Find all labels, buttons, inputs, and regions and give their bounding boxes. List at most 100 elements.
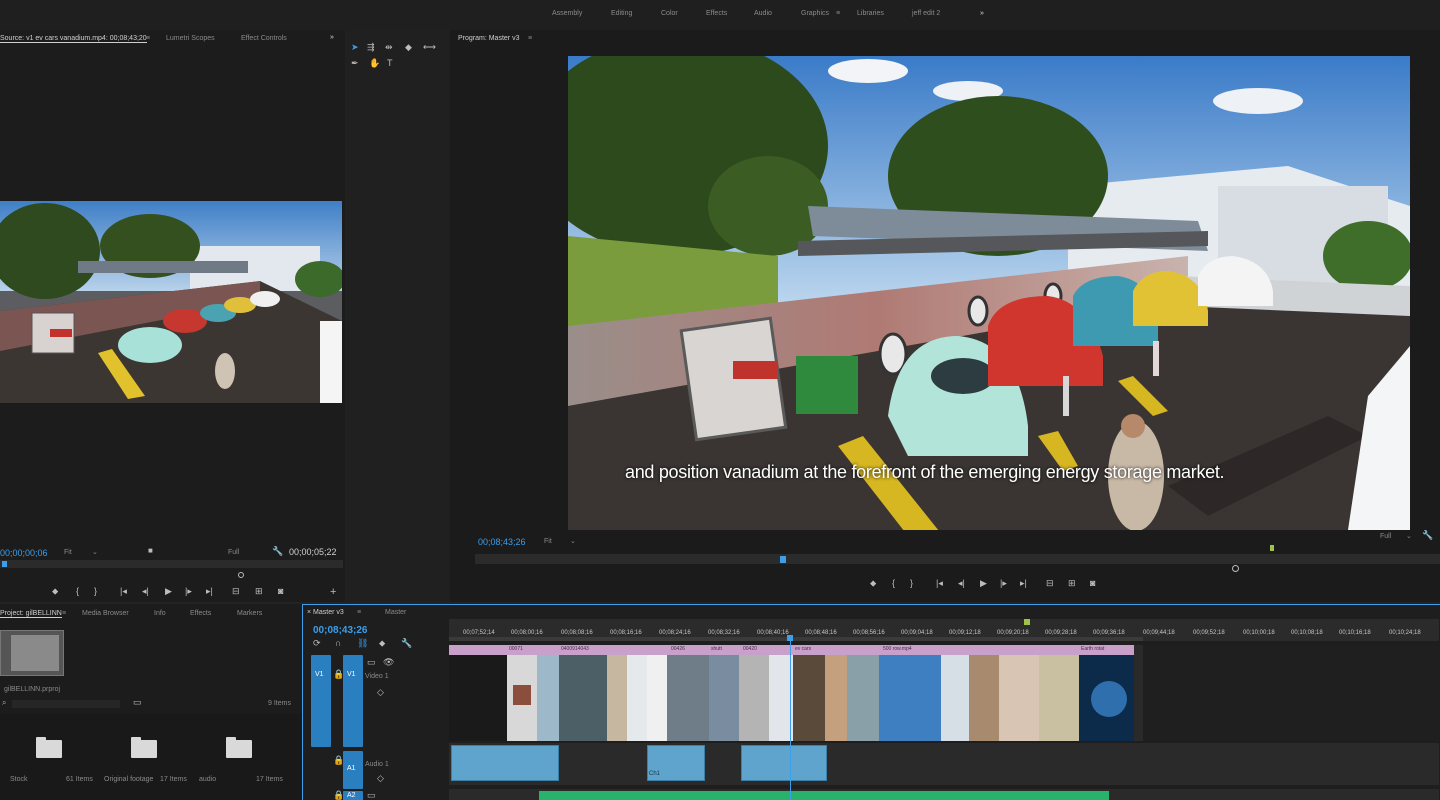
tab-master[interactable]: Master xyxy=(385,609,406,616)
track-select-icon[interactable]: ⇶ xyxy=(367,42,375,53)
mark-out-icon[interactable]: } xyxy=(94,586,97,596)
source-zoom-handle[interactable] xyxy=(238,572,244,578)
bin-name[interactable]: Stock xyxy=(10,776,28,783)
video-clip[interactable] xyxy=(507,645,537,741)
video-clip[interactable] xyxy=(825,645,847,741)
workspace-tab-audio[interactable]: Audio xyxy=(754,10,772,17)
type-icon[interactable]: T xyxy=(387,58,393,68)
timeline-timecode[interactable]: 00;08;43;26 xyxy=(313,625,367,636)
work-area-bar[interactable] xyxy=(449,637,1143,641)
timeline-playhead-line[interactable] xyxy=(790,639,791,800)
snap-icon[interactable]: ∩ xyxy=(335,638,341,648)
project-search-input[interactable] xyxy=(12,700,120,708)
video-clip[interactable] xyxy=(559,645,607,741)
video-clip[interactable] xyxy=(847,645,879,741)
v1-source-patch[interactable] xyxy=(311,655,331,747)
workspace-tab-effects[interactable]: Effects xyxy=(706,10,727,17)
workspace-tab-editing[interactable]: Editing xyxy=(611,10,632,17)
program-step-forward-icon[interactable]: |▸ xyxy=(1000,578,1007,589)
folder-icon[interactable] xyxy=(36,737,62,758)
nest-icon[interactable]: ⟳ xyxy=(313,638,321,649)
new-bin-icon[interactable]: ▭ xyxy=(133,697,142,708)
play-icon[interactable]: ▶ xyxy=(165,586,172,597)
program-add-marker-icon[interactable]: ⬥ xyxy=(870,578,876,589)
program-play-icon[interactable]: ▶ xyxy=(980,578,987,589)
video-clip[interactable] xyxy=(1079,645,1134,741)
v1-keyframe-icon[interactable]: ◇ xyxy=(377,687,384,698)
add-marker-icon[interactable]: ⬥ xyxy=(52,586,58,597)
video-track-v1[interactable]: 00071 0400914043 00426 shutt 00420 ev ca… xyxy=(449,645,1143,741)
a2-lock-icon[interactable]: 🔒 xyxy=(333,790,344,800)
go-to-in-icon[interactable]: |◂ xyxy=(120,586,127,597)
slip-icon[interactable]: ⟷ xyxy=(423,42,436,53)
folder-icon[interactable] xyxy=(226,737,252,758)
workspace-overflow-icon[interactable]: » xyxy=(980,10,984,17)
video-clip[interactable] xyxy=(647,645,667,741)
video-clip[interactable] xyxy=(667,645,709,741)
linked-selection-icon[interactable]: ⛓ xyxy=(357,638,368,649)
selection-tool-icon[interactable]: ➤ xyxy=(351,42,359,53)
export-frame-icon[interactable]: ◙ xyxy=(278,586,283,596)
overwrite-icon[interactable]: ⊞ xyxy=(255,586,263,597)
button-editor-icon[interactable]: + xyxy=(330,586,336,598)
a1-lock-icon[interactable]: 🔒 xyxy=(333,755,344,766)
a1-keyframe-icon[interactable]: ◇ xyxy=(377,773,384,784)
folder-icon[interactable] xyxy=(131,737,157,758)
mark-in-icon[interactable]: { xyxy=(76,586,79,596)
source-playhead[interactable] xyxy=(2,561,7,567)
video-clip[interactable] xyxy=(709,645,739,741)
video-clip[interactable] xyxy=(941,645,969,741)
tab-project[interactable]: Project: gilBELLINN xyxy=(0,610,62,618)
go-to-out-icon[interactable]: ▸| xyxy=(206,586,213,597)
audio-clip-green[interactable] xyxy=(539,791,1109,800)
v1-toggle-output-icon[interactable]: ▭ xyxy=(367,657,376,668)
program-quality-select[interactable]: Full xyxy=(1380,533,1391,540)
tab-project-menu-icon[interactable]: ≡ xyxy=(62,610,66,617)
insert-icon[interactable]: ⊟ xyxy=(232,586,240,597)
project-thumbnail[interactable] xyxy=(0,630,64,676)
program-scrub-bar[interactable] xyxy=(475,554,1440,564)
timeline-settings-icon[interactable]: 🔧 xyxy=(401,638,412,649)
source-settings-icon[interactable]: ■ xyxy=(148,546,153,555)
workspace-tab-color[interactable]: Color xyxy=(661,10,678,17)
video-clip[interactable] xyxy=(449,645,507,741)
program-fit-select[interactable]: Fit xyxy=(544,538,552,545)
program-marker[interactable] xyxy=(1270,545,1274,551)
program-wrench-icon[interactable]: 🔧 xyxy=(1422,530,1433,541)
tab-source[interactable]: Source: v1 ev cars vanadium.mp4: 00;08;4… xyxy=(0,35,147,43)
program-zoom-handle[interactable] xyxy=(1232,565,1239,572)
program-fit-chevron-icon[interactable]: ⌄ xyxy=(570,537,576,545)
video-clip[interactable] xyxy=(627,645,647,741)
a2-output-icon[interactable]: ▭ xyxy=(367,790,376,800)
program-export-frame-icon[interactable]: ◙ xyxy=(1090,578,1095,588)
hand-icon[interactable]: ✋ xyxy=(369,58,380,69)
program-quality-chevron-icon[interactable]: ⌄ xyxy=(1406,532,1412,540)
program-go-to-in-icon[interactable]: |◂ xyxy=(936,578,943,589)
panel-overflow-icon[interactable]: » xyxy=(330,34,334,41)
razor-icon[interactable]: ◆ xyxy=(405,42,412,53)
tab-master-v3[interactable]: × Master v3 xyxy=(307,609,344,616)
program-panel-title[interactable]: Program: Master v3 xyxy=(458,35,519,42)
tab-effect-controls[interactable]: Effect Controls xyxy=(241,35,287,42)
video-clip[interactable] xyxy=(879,645,941,741)
timeline-ruler[interactable]: 00;07;52;14 00;08;00;16 00;08;08;16 00;0… xyxy=(449,619,1439,641)
program-mark-out-icon[interactable]: } xyxy=(910,578,913,588)
workspace-tab-jeff-edit-2[interactable]: jeff edit 2 xyxy=(912,10,940,17)
audio-track-a2[interactable] xyxy=(449,789,1439,800)
workspace-tab-libraries[interactable]: Libraries xyxy=(857,10,884,17)
step-forward-icon[interactable]: |▸ xyxy=(185,586,192,597)
bin-name[interactable]: audio xyxy=(199,776,216,783)
program-playhead[interactable] xyxy=(780,556,786,563)
timeline-marker-green[interactable] xyxy=(1024,619,1030,625)
video-clip[interactable] xyxy=(793,645,825,741)
tab-effects[interactable]: Effects xyxy=(190,610,211,617)
program-mark-in-icon[interactable]: { xyxy=(892,578,895,588)
step-back-icon[interactable]: ◂| xyxy=(142,586,149,597)
tab-lumetri-scopes[interactable]: Lumetri Scopes xyxy=(166,35,215,42)
audio-track-a1[interactable]: Ch1 xyxy=(449,743,1439,785)
pen-icon[interactable]: ✒ xyxy=(351,58,359,69)
video-track-empty[interactable] xyxy=(1143,645,1439,741)
search-icon[interactable]: ⌕ xyxy=(2,698,6,708)
tab-media-browser[interactable]: Media Browser xyxy=(82,610,129,617)
program-timecode-current[interactable]: 00;08;43;26 xyxy=(478,537,526,547)
